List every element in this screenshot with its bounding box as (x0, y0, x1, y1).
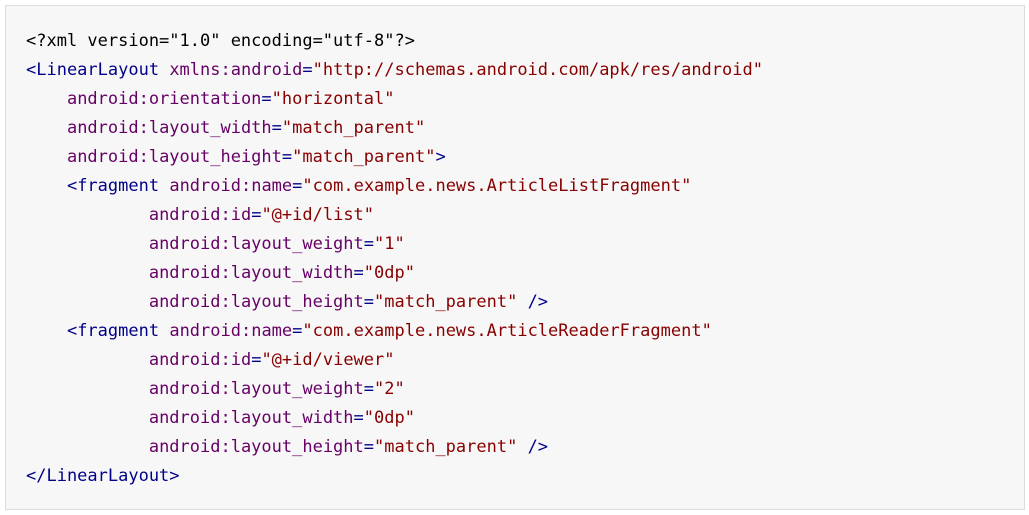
code-tag: <fragment (66, 176, 160, 196)
code-line: </LinearLayout> (26, 462, 763, 491)
code-attribute: android:layout_weight (148, 234, 364, 254)
code-string: "com.example.news.ArticleReaderFragment" (302, 321, 712, 341)
code-line: android:id="@+id/list" (26, 201, 763, 230)
code-punctuation: = (292, 176, 303, 196)
code-attribute: android:layout_width (66, 118, 272, 138)
code-attribute: android:name (169, 321, 293, 341)
code-line: <fragment android:name="com.example.news… (26, 172, 763, 201)
code-string: "@+id/viewer" (261, 350, 395, 370)
code-tag: /> (527, 437, 549, 457)
code-punctuation: = (363, 379, 375, 399)
code-punctuation: = (363, 234, 375, 254)
code-string: "0dp" (363, 263, 415, 283)
code-string: "0dp" (363, 408, 415, 428)
code-line: android:layout_width="0dp" (26, 259, 763, 288)
code-line: android:layout_width="match_parent" (26, 114, 763, 143)
code-tag: /> (527, 292, 549, 312)
code-line: android:layout_weight="2" (26, 375, 763, 404)
code-attribute: android:layout_width (148, 263, 354, 283)
code-punctuation: = (363, 437, 375, 457)
code-punctuation: = (251, 350, 262, 370)
code-xml-declaration: <?xml version="1.0" encoding="utf-8"?> (26, 31, 415, 51)
code-attribute: android:layout_weight (148, 379, 364, 399)
code-line: android:layout_weight="1" (26, 230, 763, 259)
code-line: android:layout_height="match_parent" /> (26, 433, 763, 462)
code-string: "match_parent" (374, 437, 518, 457)
code-line: <LinearLayout xmlns:android="http://sche… (26, 56, 763, 85)
code-string: "com.example.news.ArticleListFragment" (302, 176, 692, 196)
code-attribute: xmlns:android (169, 60, 303, 80)
code-attribute: android:orientation (66, 89, 262, 109)
code-punctuation: = (271, 118, 282, 138)
code-punctuation: = (281, 147, 293, 167)
code-block: <?xml version="1.0" encoding="utf-8"?> <L… (5, 5, 1025, 510)
code-string: "match_parent" (281, 118, 426, 138)
code-punctuation: = (251, 205, 262, 225)
code-line: android:orientation="horizontal" (26, 85, 763, 114)
code-line: <?xml version="1.0" encoding="utf-8"?> (26, 27, 763, 56)
code-string: "1" (374, 234, 405, 254)
code-string: "match_parent" (374, 292, 518, 312)
code-punctuation: = (363, 292, 375, 312)
code-punctuation: = (261, 89, 272, 109)
code-tag: <LinearLayout (26, 60, 160, 80)
code-punctuation: = (353, 408, 364, 428)
code-punctuation: = (302, 60, 313, 80)
code-tag: > (435, 147, 446, 167)
code-line: android:id="@+id/viewer" (26, 346, 763, 375)
code-attribute: android:id (148, 205, 252, 225)
code-attribute: android:name (169, 176, 293, 196)
code-attribute: android:id (148, 350, 252, 370)
code-string: "horizontal" (271, 89, 395, 109)
code-attribute: android:layout_width (148, 408, 354, 428)
code-line: android:layout_height="match_parent"> (26, 143, 763, 172)
code-line: android:layout_width="0dp" (26, 404, 763, 433)
code-punctuation: = (353, 263, 364, 283)
code-tag: <fragment (66, 321, 160, 341)
code-attribute: android:layout_height (66, 147, 282, 167)
code-string: "2" (374, 379, 405, 399)
code-content[interactable]: <?xml version="1.0" encoding="utf-8"?> <L… (26, 27, 763, 491)
code-attribute: android:layout_height (148, 437, 364, 457)
code-tag: </LinearLayout> (26, 466, 180, 486)
code-string: "@+id/list" (261, 205, 375, 225)
code-string: "match_parent" (292, 147, 436, 167)
code-string: "http://schemas.android.com/apk/res/andr… (312, 60, 763, 80)
code-line: android:layout_height="match_parent" /> (26, 288, 763, 317)
code-attribute: android:layout_height (148, 292, 364, 312)
code-line: <fragment android:name="com.example.news… (26, 317, 763, 346)
code-punctuation: = (292, 321, 303, 341)
